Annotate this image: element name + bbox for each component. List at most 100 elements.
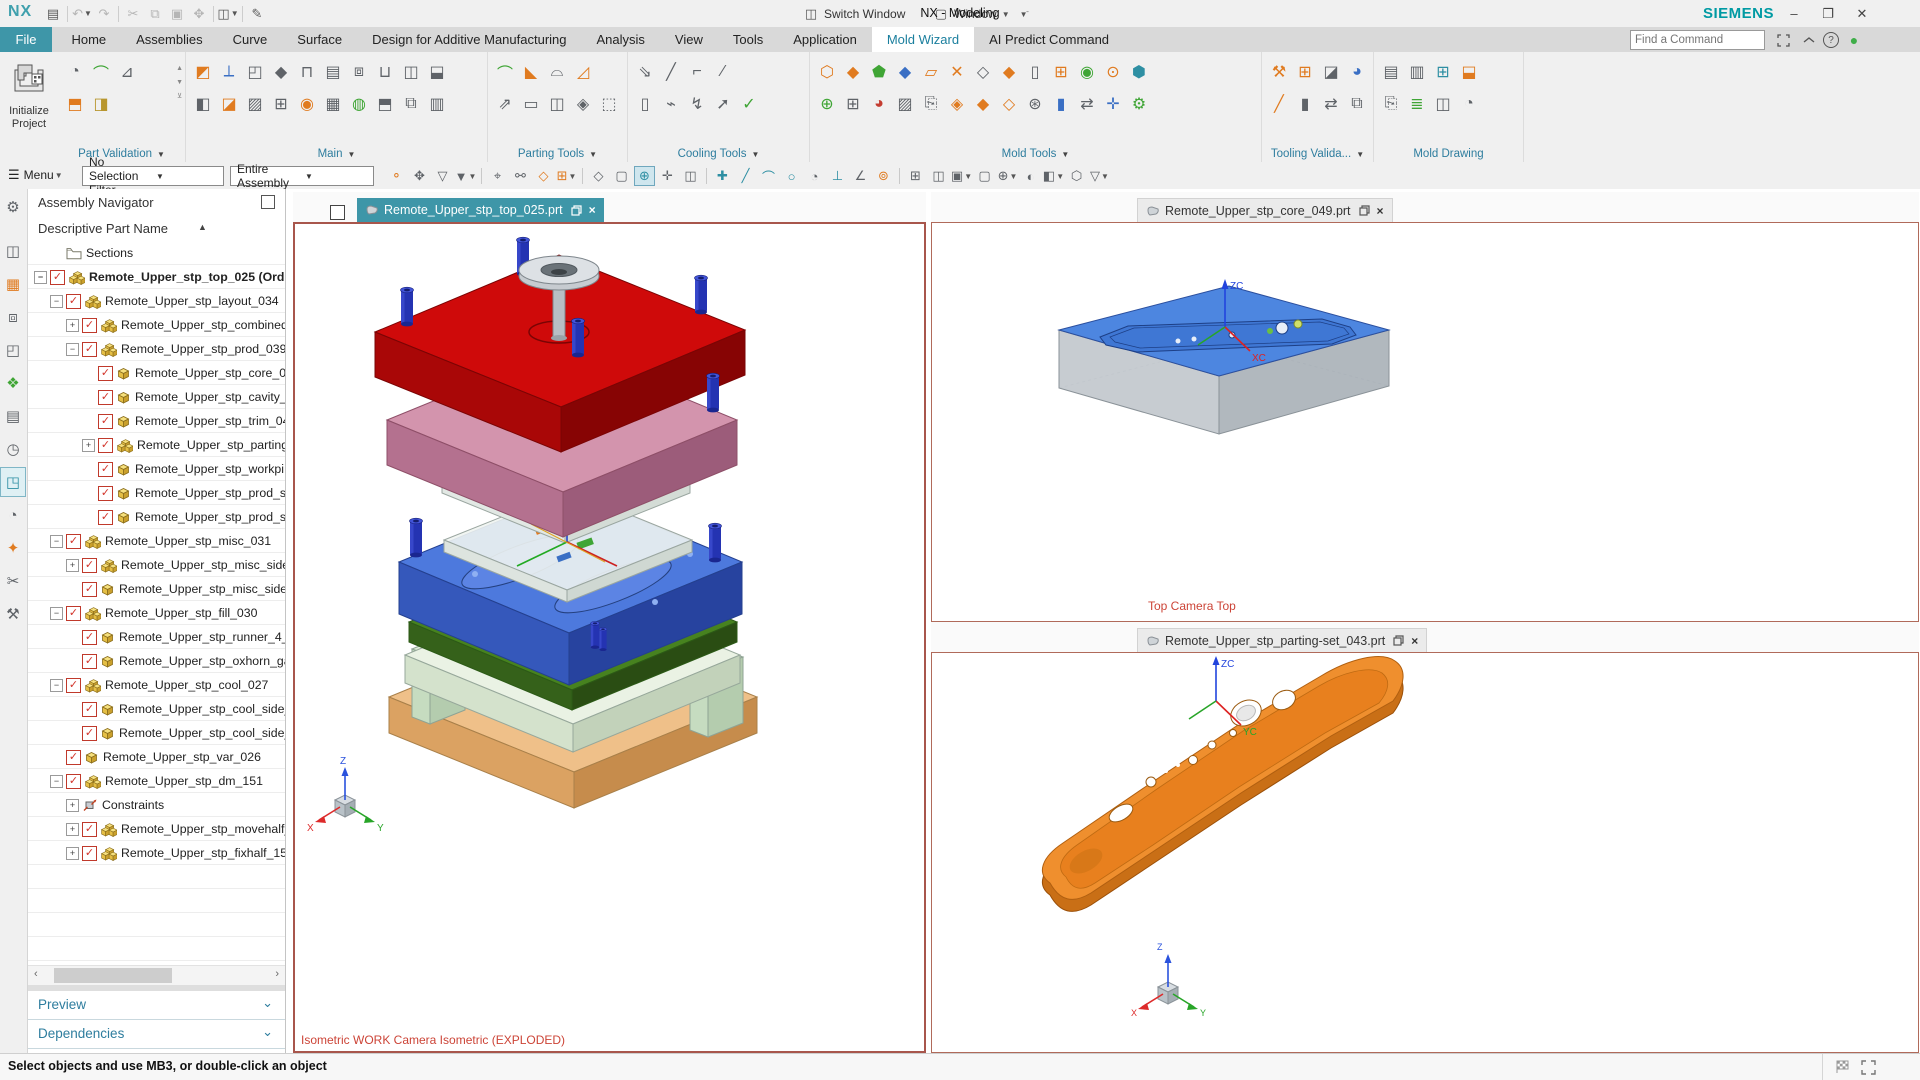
selbar-icon[interactable]: ◫: [680, 166, 701, 186]
checkbox-checked[interactable]: ✓: [82, 558, 97, 573]
ribbon-icon[interactable]: ⧉: [398, 90, 424, 118]
close-icon[interactable]: ×: [589, 203, 596, 217]
selbar-icon[interactable]: ⚯: [510, 166, 531, 186]
selbar-icon[interactable]: ⌖: [487, 166, 508, 186]
ribbon-icon[interactable]: ◫: [1430, 90, 1456, 118]
ribbon-icon[interactable]: ⚒: [1266, 58, 1292, 86]
tree-item[interactable]: −✓Remote_Upper_stp_dm_151: [28, 769, 285, 793]
ribbon-icon[interactable]: ◆: [970, 90, 996, 118]
ribbon-icon[interactable]: ⬓: [1456, 58, 1482, 86]
undock-panel-icon[interactable]: [261, 195, 275, 209]
selbar-icon[interactable]: ▽▼: [1089, 166, 1110, 186]
tree-item[interactable]: −✓Remote_Upper_stp_top_025 (Ord...: [28, 265, 285, 289]
ribbon-icon[interactable]: ◈: [944, 90, 970, 118]
ribbon-icon[interactable]: ◉: [1074, 58, 1100, 86]
checkbox-checked[interactable]: ✓: [82, 822, 97, 837]
tree-item[interactable]: ✓Remote_Upper_stp_workpi...: [28, 457, 285, 481]
expand-icon[interactable]: +: [66, 319, 79, 332]
group-label[interactable]: Mold Drawing: [1374, 148, 1523, 160]
selbar-icon[interactable]: ◐: [1020, 166, 1041, 186]
selbar-icon[interactable]: ◫: [928, 166, 949, 186]
checkbox-checked[interactable]: ✓: [98, 486, 113, 501]
checkbox-checked[interactable]: ✓: [98, 366, 113, 381]
checkbox-checked[interactable]: ✓: [98, 438, 113, 453]
tab-home[interactable]: Home: [56, 27, 121, 52]
collapse-icon[interactable]: −: [66, 343, 79, 356]
ribbon-icon[interactable]: ⌐: [684, 58, 710, 86]
selection-filter-combo[interactable]: No Selection Filter ▼: [82, 166, 224, 186]
ribbon-icon[interactable]: ⬓: [424, 58, 450, 86]
tree-item[interactable]: ✓Remote_Upper_stp_runner_4_...: [28, 625, 285, 649]
ribbon-icon[interactable]: ⧉: [1344, 90, 1370, 118]
selbar-icon[interactable]: ▢: [611, 166, 632, 186]
ribbon-icon[interactable]: ◫: [398, 58, 424, 86]
ribbon-icon[interactable]: ⧈: [346, 58, 372, 86]
group-label[interactable]: Cooling Tools▼: [628, 148, 809, 160]
checkbox-checked[interactable]: ✓: [82, 726, 97, 741]
selbar-icon[interactable]: ▣▼: [951, 166, 972, 186]
selbar-icon[interactable]: ⊥: [827, 166, 848, 186]
checkbox-checked[interactable]: ✓: [66, 678, 81, 693]
selbar-icon[interactable]: ⚬: [386, 166, 407, 186]
ribbon-icon[interactable]: ◕: [866, 90, 892, 118]
checkbox-checked[interactable]: ✓: [82, 582, 97, 597]
ribbon-icon[interactable]: ⊓: [294, 58, 320, 86]
tab-ai-predict-command[interactable]: AI Predict Command: [974, 27, 1124, 52]
initialize-project-button[interactable]: Initialize Project: [2, 54, 56, 160]
ribbon-icon[interactable]: ╱: [1266, 90, 1292, 118]
ribbon-icon[interactable]: ⊿: [114, 58, 140, 86]
menu-button[interactable]: ☰ Menu ▼: [8, 167, 63, 183]
ribbon-icon[interactable]: ⌁: [658, 90, 684, 118]
collapse-icon[interactable]: −: [50, 607, 63, 620]
fullscreen-icon[interactable]: [1772, 31, 1794, 49]
ribbon-icon[interactable]: ◩: [190, 58, 216, 86]
selbar-icon[interactable]: ⊕▼: [997, 166, 1018, 186]
part-navigator-icon[interactable]: ◰: [0, 335, 26, 365]
selbar-icon[interactable]: ◔: [804, 166, 825, 186]
tree-item[interactable]: −✓Remote_Upper_stp_misc_031: [28, 529, 285, 553]
tree-item[interactable]: +✓Remote_Upper_stp_fixhalf_152: [28, 841, 285, 865]
tree-item[interactable]: ✓Remote_Upper_stp_cool_side_...: [28, 697, 285, 721]
close-icon[interactable]: ×: [1377, 204, 1384, 218]
checkbox-checked[interactable]: ✓: [50, 270, 65, 285]
ribbon-icon[interactable]: ▮: [1048, 90, 1074, 118]
snips-icon[interactable]: ✂: [0, 566, 26, 596]
selbar-icon[interactable]: ✛: [657, 166, 678, 186]
ribbon-icon[interactable]: ◆: [892, 58, 918, 86]
scroll-right-icon[interactable]: ›: [275, 968, 279, 980]
tree-item[interactable]: ✓Remote_Upper_stp_cavity_...: [28, 385, 285, 409]
checkbox-checked[interactable]: ✓: [82, 342, 97, 357]
dependencies-section-header[interactable]: Dependencies ⌄: [28, 1020, 285, 1049]
tree-item[interactable]: ✓Remote_Upper_stp_prod_si...: [28, 481, 285, 505]
ribbon-icon[interactable]: ▤: [1378, 58, 1404, 86]
ribbon-icon[interactable]: ▭: [518, 90, 544, 118]
ribbon-icon[interactable]: ⎘: [1378, 90, 1404, 118]
selbar-icon[interactable]: ⌒: [758, 166, 779, 186]
ribbon-icon[interactable]: ▱: [918, 58, 944, 86]
tab-file[interactable]: File: [0, 27, 52, 52]
checkbox-checked[interactable]: ✓: [98, 462, 113, 477]
checkbox-checked[interactable]: ✓: [82, 702, 97, 717]
expand-icon[interactable]: +: [82, 439, 95, 452]
tab-view[interactable]: View: [660, 27, 718, 52]
tab-design-for-additive-manufacturing[interactable]: Design for Additive Manufacturing: [357, 27, 581, 52]
tree-item[interactable]: +✓Remote_Upper_stp_parting_...: [28, 433, 285, 457]
gear-icon[interactable]: ⚙: [0, 192, 26, 222]
ribbon-icon[interactable]: ✕: [944, 58, 970, 86]
ribbon-icon[interactable]: ⇘: [632, 58, 658, 86]
minimize-button[interactable]: –: [1780, 0, 1808, 27]
ribbon-icon[interactable]: ✛: [1100, 90, 1126, 118]
ribbon-icon[interactable]: ◆: [996, 58, 1022, 86]
selbar-icon[interactable]: ╱: [735, 166, 756, 186]
preview-section-header[interactable]: Preview ⌄: [28, 991, 285, 1020]
ribbon-icon[interactable]: ◇: [970, 58, 996, 86]
ribbon-icon[interactable]: ⊞: [268, 90, 294, 118]
spark-icon[interactable]: ✦: [0, 533, 26, 563]
tree-item[interactable]: +✓Remote_Upper_stp_combined...: [28, 313, 285, 337]
ribbon-icon[interactable]: ⊛: [1022, 90, 1048, 118]
close-button[interactable]: ✕: [1848, 0, 1876, 27]
ribbon-icon[interactable]: ▮: [1292, 90, 1318, 118]
tree-item[interactable]: ✓Remote_Upper_stp_core_049: [28, 361, 285, 385]
collapse-icon[interactable]: −: [50, 535, 63, 548]
minimize-ribbon-icon[interactable]: [1798, 31, 1820, 49]
